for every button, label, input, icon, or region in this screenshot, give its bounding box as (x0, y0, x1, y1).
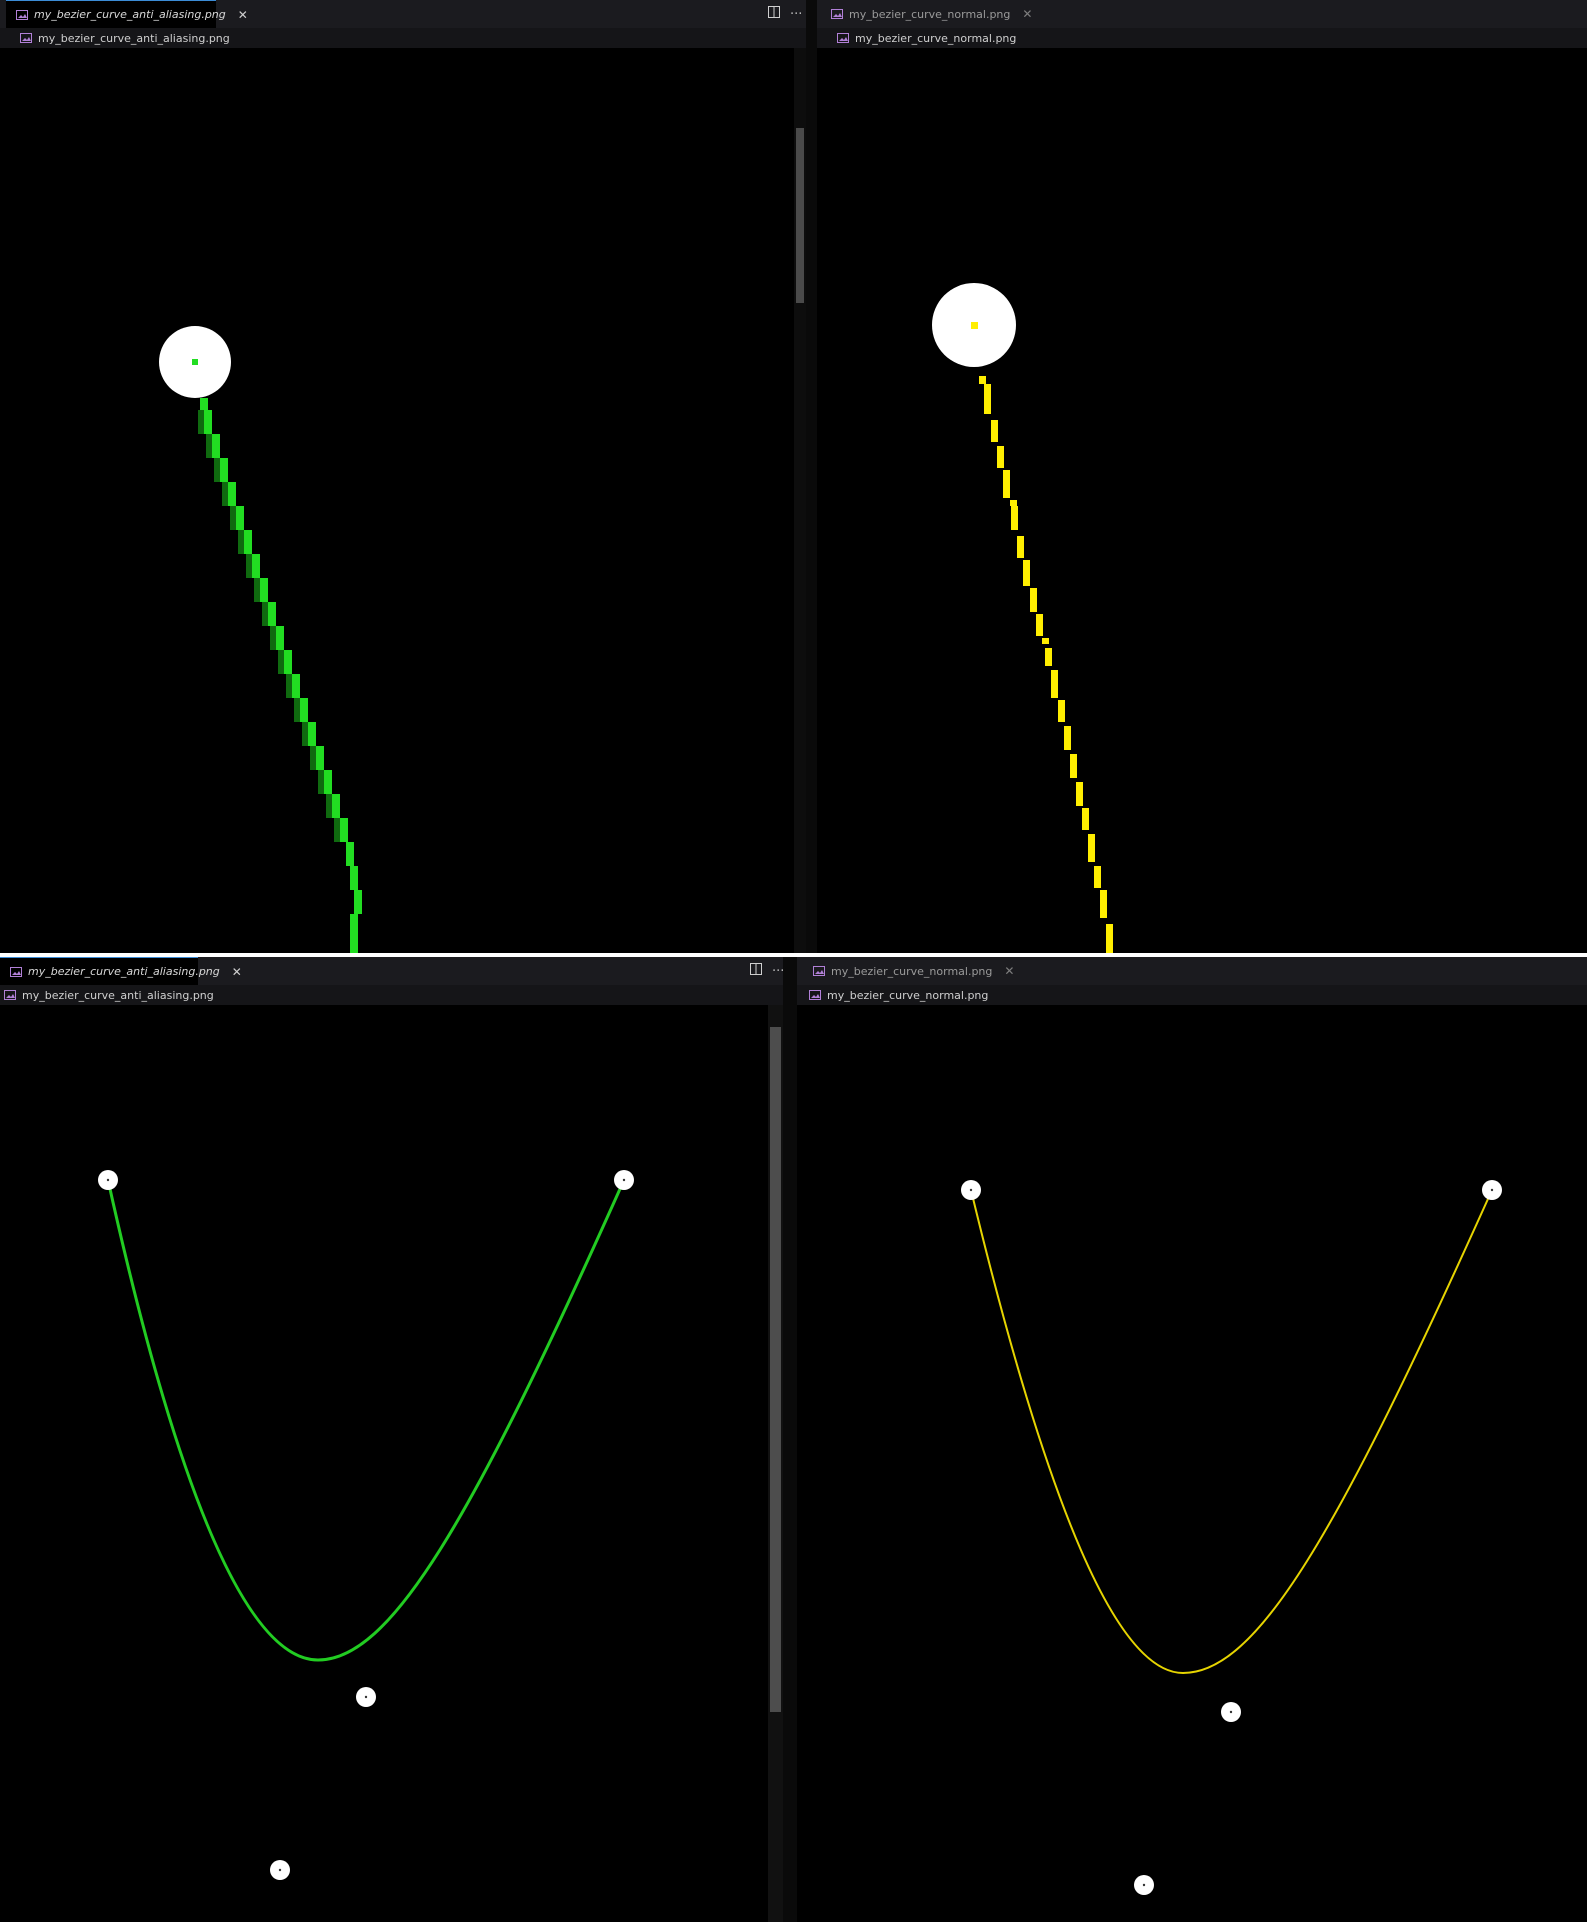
image-file-icon (837, 33, 849, 43)
close-icon[interactable]: ✕ (238, 8, 248, 22)
tab-anti-aliasing[interactable]: my_bezier_curve_anti_aliasing.png ✕ (0, 957, 242, 985)
tab-bar: my_bezier_curve_anti_aliasing.png ✕ ··· (0, 0, 806, 28)
image-preview (797, 1005, 1587, 1922)
tab-normal[interactable]: my_bezier_curve_normal.png ✕ (821, 0, 1032, 28)
image-preview (817, 48, 1587, 953)
breadcrumb: my_bezier_curve_anti_aliasing.png (0, 28, 806, 48)
tab-bar: my_bezier_curve_normal.png ✕ (817, 0, 1587, 28)
image-file-icon (16, 9, 28, 20)
vertical-scrollbar[interactable] (768, 1005, 783, 1922)
editor-pane-bottom-left: my_bezier_curve_anti_aliasing.png ✕ ··· … (0, 957, 783, 1922)
split-editor-icon[interactable] (768, 6, 780, 22)
breadcrumb-filename[interactable]: my_bezier_curve_anti_aliasing.png (38, 32, 230, 45)
image-file-icon (831, 9, 843, 19)
image-preview (0, 48, 806, 953)
editor-pane-bottom-right: my_bezier_curve_normal.png ✕ my_bezier_c… (797, 957, 1587, 1922)
split-sash-bottom[interactable] (783, 957, 797, 1922)
control-point-center (971, 322, 978, 329)
editor-actions: ··· (750, 957, 783, 985)
image-file-icon (809, 990, 821, 1000)
split-sash-top[interactable] (806, 0, 817, 953)
breadcrumb-filename[interactable]: my_bezier_curve_anti_aliasing.png (22, 989, 214, 1002)
more-actions-icon[interactable]: ··· (790, 7, 802, 22)
control-points (98, 1170, 634, 1880)
curve-segment-zoomed (200, 398, 362, 953)
breadcrumb-filename[interactable]: my_bezier_curve_normal.png (827, 989, 988, 1002)
breadcrumb: my_bezier_curve_normal.png (817, 28, 1587, 48)
image-file-icon (813, 966, 825, 976)
scroll-thumb[interactable] (796, 128, 804, 303)
tab-anti-aliasing[interactable]: my_bezier_curve_anti_aliasing.png ✕ (6, 0, 248, 28)
breadcrumb-filename[interactable]: my_bezier_curve_normal.png (855, 32, 1016, 45)
vertical-scrollbar[interactable] (794, 48, 806, 953)
close-icon[interactable]: ✕ (1004, 964, 1014, 978)
image-file-icon (10, 966, 22, 977)
control-points (961, 1180, 1502, 1895)
breadcrumb: my_bezier_curve_anti_aliasing.png (0, 985, 783, 1005)
tab-label: my_bezier_curve_anti_aliasing.png (34, 8, 226, 21)
bezier-curve (970, 1189, 1493, 1675)
tab-bar: my_bezier_curve_anti_aliasing.png ✕ ··· (0, 957, 783, 985)
split-editor-icon[interactable] (750, 963, 762, 979)
tab-label: my_bezier_curve_normal.png (831, 964, 993, 978)
scroll-thumb[interactable] (770, 1027, 781, 1712)
more-actions-icon[interactable]: ··· (772, 964, 783, 979)
editor-pane-top-left: my_bezier_curve_anti_aliasing.png ✕ ··· … (0, 0, 806, 953)
image-file-icon (20, 33, 32, 43)
control-point-center (192, 359, 198, 365)
editor-pane-top-right: my_bezier_curve_normal.png ✕ my_bezier_c… (817, 0, 1587, 953)
tab-normal[interactable]: my_bezier_curve_normal.png ✕ (803, 957, 1014, 985)
image-preview (0, 1005, 783, 1922)
close-icon[interactable]: ✕ (1022, 7, 1032, 21)
close-icon[interactable]: ✕ (232, 965, 242, 979)
tab-label: my_bezier_curve_normal.png (849, 7, 1011, 21)
editor-actions: ··· (768, 0, 802, 28)
tab-label: my_bezier_curve_anti_aliasing.png (28, 965, 220, 978)
curve-segment-zoomed (979, 376, 1113, 953)
image-file-icon (4, 990, 16, 1000)
bezier-curve (106, 1179, 626, 1662)
tab-bar: my_bezier_curve_normal.png ✕ (797, 957, 1587, 985)
breadcrumb: my_bezier_curve_normal.png (797, 985, 1587, 1005)
